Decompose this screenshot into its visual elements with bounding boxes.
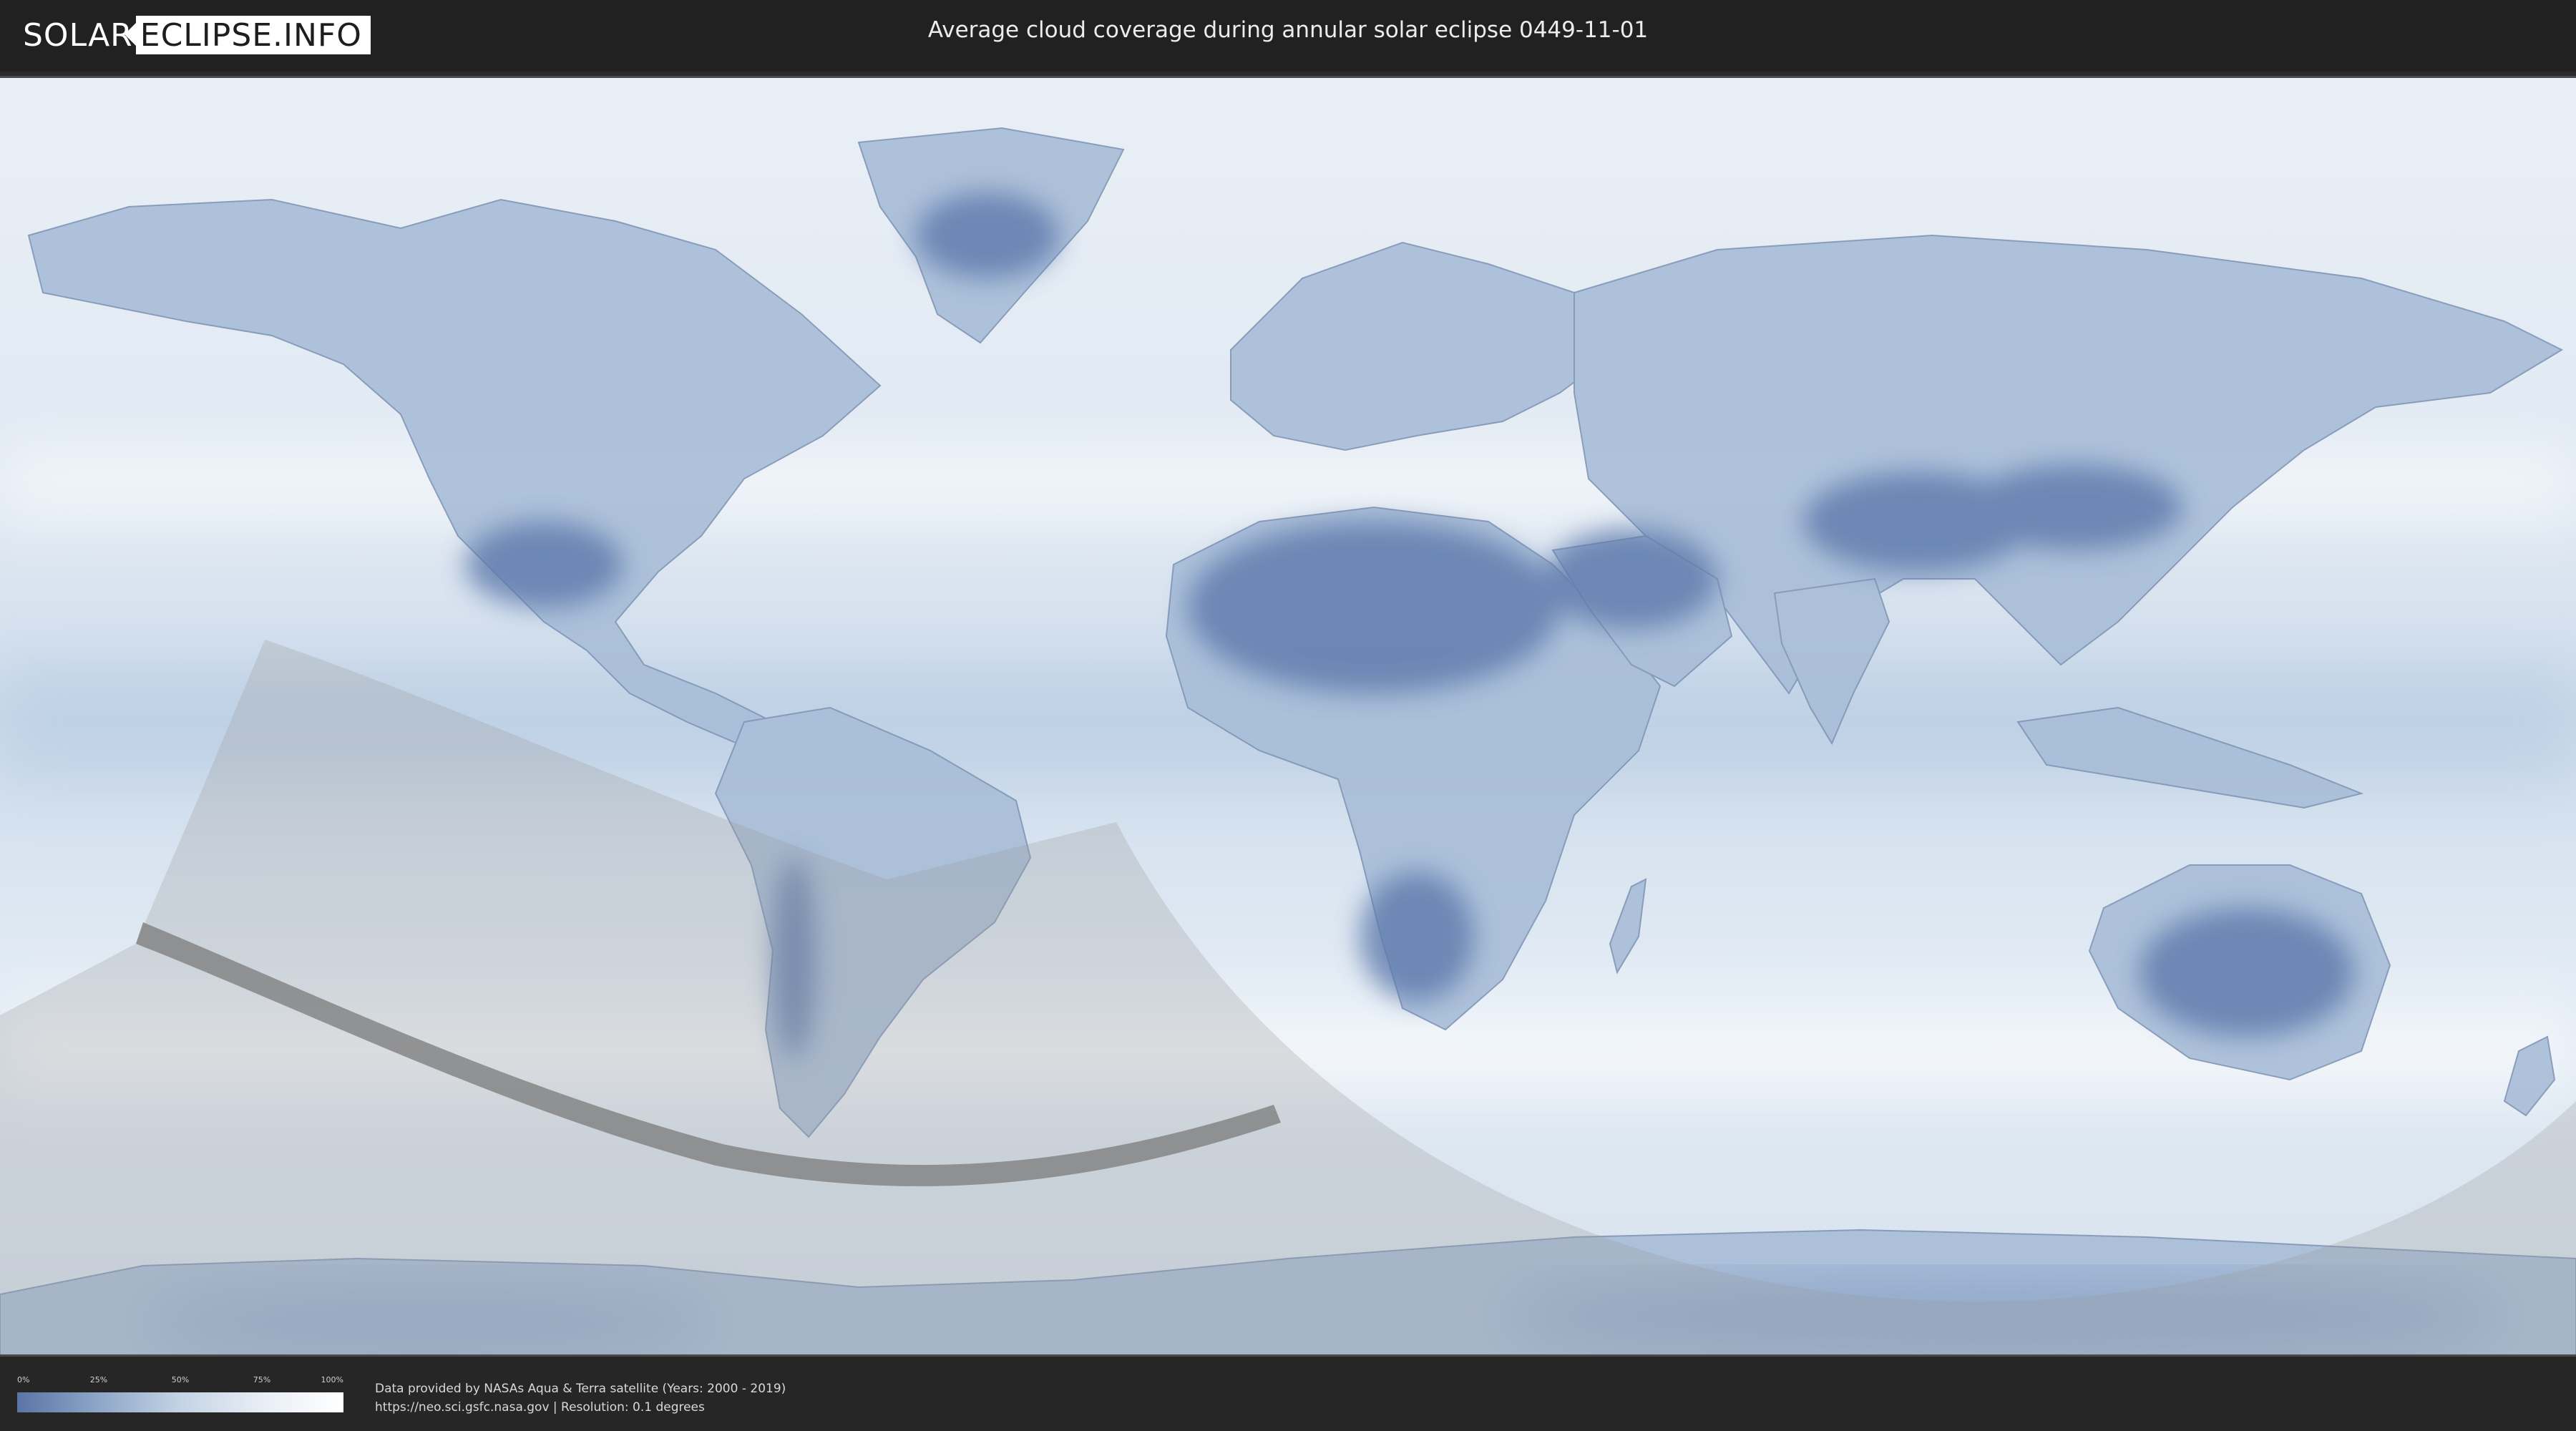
header-bar: SOLAR ECLIPSE.INFO Average cloud coverag… <box>0 0 2576 72</box>
cloud-coverage-legend-bar <box>17 1392 343 1412</box>
cloud-coverage-map[interactable] <box>0 76 2576 1357</box>
legend-tick: 100% <box>321 1375 343 1384</box>
credits-line-url[interactable]: https://neo.sci.gsfc.nasa.gov | Resoluti… <box>375 1398 786 1417</box>
data-credits: Data provided by NASAs Aqua & Terra sate… <box>375 1379 786 1417</box>
page-title: Average cloud coverage during annular so… <box>927 17 1649 43</box>
legend-tick: 25% <box>89 1375 108 1384</box>
credits-line-source: Data provided by NASAs Aqua & Terra sate… <box>375 1382 786 1396</box>
legend-tick: 0% <box>17 1375 30 1384</box>
legend-tick: 50% <box>171 1375 190 1384</box>
world-map-svg <box>0 78 2576 1354</box>
legend-tick: 75% <box>253 1375 271 1384</box>
legend-tick-labels: 0% 25% 50% 75% 100% <box>17 1375 343 1385</box>
